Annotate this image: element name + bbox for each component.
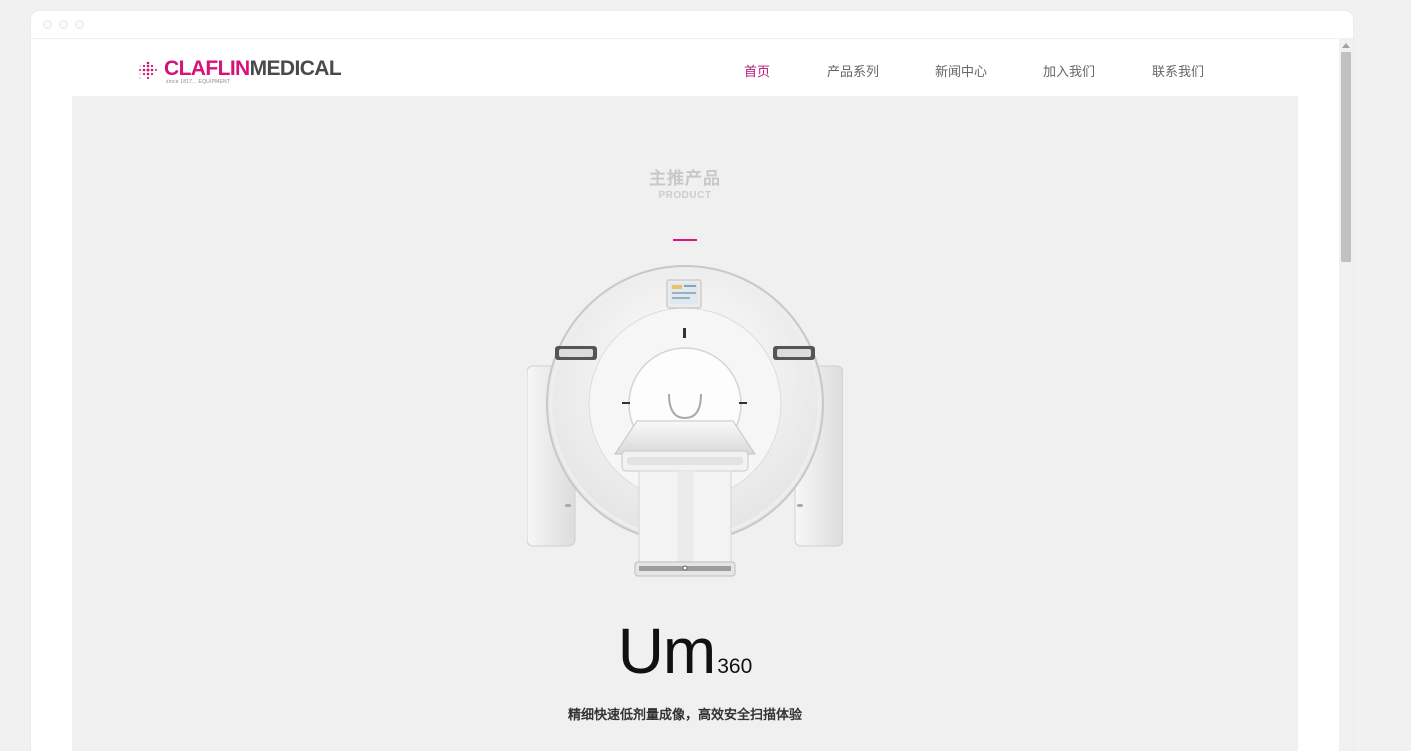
brand-tagline: since 1817... EQUIPMENT — [166, 79, 231, 85]
logo-dots-icon — [139, 61, 157, 80]
window-titlebar — [31, 11, 1353, 39]
brand-name-claflin: CLAFLIN — [164, 57, 250, 80]
scroll-up-arrow-icon[interactable] — [1342, 43, 1350, 48]
ct-scanner-image[interactable] — [527, 256, 843, 586]
section-divider — [673, 239, 697, 241]
brand-wordmark: CLAFLINMEDICAL — [164, 57, 342, 81]
nav-item-news[interactable]: 新闻中心 — [935, 61, 987, 80]
product-model-number: 360 — [717, 655, 753, 678]
nav-item-join-us[interactable]: 加入我们 — [1043, 61, 1095, 80]
product-tagline: 精细快速低剂量成像，高效安全扫描体验 — [567, 708, 802, 723]
window-minimize-dot[interactable] — [59, 20, 68, 29]
scrollbar-thumb[interactable] — [1341, 52, 1351, 262]
section-subtitle: PRODUCT — [658, 190, 712, 201]
brand-logo[interactable]: CLAFLINMEDICAL since 1817... EQUIPMENT — [138, 57, 342, 87]
page-scrollbar[interactable] — [1339, 39, 1353, 751]
nav-item-products[interactable]: 产品系列 — [827, 61, 879, 80]
product-model: Um360 — [72, 616, 1298, 686]
browser-window: CLAFLINMEDICAL since 1817... EQUIPMENT 首… — [31, 11, 1353, 751]
window-close-dot[interactable] — [43, 20, 52, 29]
section-title: 主推产品 — [649, 169, 721, 189]
product-model-name: Um — [617, 615, 717, 687]
window-maximize-dot[interactable] — [75, 20, 84, 29]
brand-name-medical: MEDICAL — [249, 57, 342, 80]
nav-item-contact[interactable]: 联系我们 — [1152, 61, 1204, 80]
site-header: CLAFLINMEDICAL since 1817... EQUIPMENT 首… — [31, 39, 1339, 96]
nav-item-home[interactable]: 首页 — [744, 61, 770, 80]
product-hero: 主推产品 PRODUCT Um360 精细快速低剂量成像，高效安全扫描体验 — [72, 96, 1298, 751]
